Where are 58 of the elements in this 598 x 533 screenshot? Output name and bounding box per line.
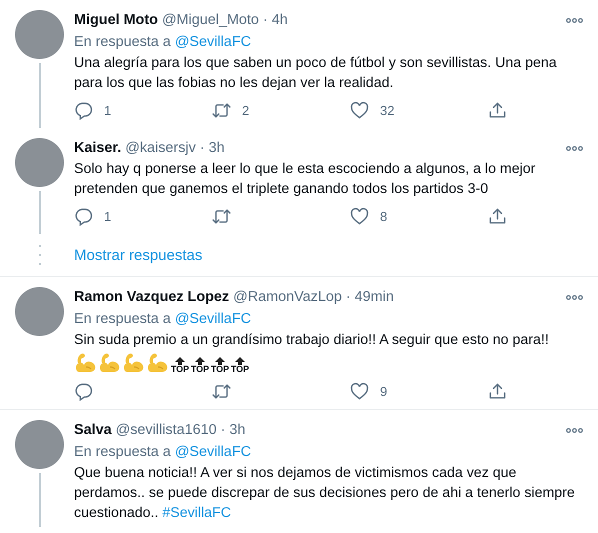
like-count: 9 <box>380 384 388 399</box>
top-arrow-emoji: TOP <box>190 357 210 374</box>
user-handle[interactable]: @RamonVazLop <box>233 287 342 307</box>
user-name[interactable]: Miguel Moto <box>74 10 158 30</box>
tweet-text: Una alegría para los que saben un poco de fútbol y son sevillistas. Una pena para los que las fobias no les dejan ver la realidad. <box>74 54 558 93</box>
retweet-icon[interactable] <box>212 207 231 226</box>
flexed-biceps-icon <box>98 352 122 374</box>
tweet-time[interactable]: · 49min <box>346 287 394 307</box>
avatar-photo-placeholder[interactable] <box>15 287 64 336</box>
more-options-icon[interactable] <box>566 146 583 150</box>
avatar-photo-placeholder[interactable] <box>15 420 64 469</box>
heart-icon[interactable] <box>350 101 369 120</box>
heart-icon[interactable] <box>350 207 369 226</box>
flexed-biceps-icon <box>122 352 146 374</box>
mention-link[interactable]: @SevillaFC <box>174 34 251 50</box>
tweet-time[interactable]: · 4h <box>262 10 288 30</box>
more-options-icon[interactable] <box>566 18 583 22</box>
reply-count: 1 <box>104 209 112 224</box>
like-count: 32 <box>380 103 394 118</box>
retweet-icon[interactable] <box>212 382 231 401</box>
user-name[interactable]: Salva <box>74 420 112 440</box>
mention-link[interactable]: @SevillaFC <box>174 311 251 327</box>
reply-icon[interactable] <box>74 382 93 401</box>
more-options-icon[interactable] <box>566 428 583 432</box>
user-handle[interactable]: @Miguel_Moto <box>162 10 259 30</box>
retweet-icon[interactable] <box>212 101 231 120</box>
replying-to-text: En respuesta a @SevillaFC <box>74 310 252 329</box>
share-icon[interactable] <box>488 101 507 120</box>
tweet-time[interactable]: · 3h <box>200 138 225 158</box>
flexed-biceps-icon <box>146 352 170 374</box>
top-arrow-emoji: TOP <box>230 357 250 374</box>
hashtag-link[interactable]: #SevillaFC <box>162 505 231 521</box>
user-handle[interactable]: @kaisersjv <box>125 138 196 158</box>
user-name[interactable]: Kaiser. <box>74 138 122 158</box>
share-icon[interactable] <box>488 207 507 226</box>
avatar-photo-placeholder[interactable] <box>15 138 64 187</box>
replying-to-text: En respuesta a @SevillaFC <box>74 33 252 52</box>
reply-count: 1 <box>104 103 112 118</box>
more-options-icon[interactable] <box>566 294 583 300</box>
flexed-biceps-icon <box>74 352 98 374</box>
replying-to-text: En respuesta a @SevillaFC <box>74 443 252 462</box>
user-handle[interactable]: @sevillista1610 <box>116 420 217 440</box>
mention-link[interactable]: @SevillaFC <box>174 444 251 460</box>
tweet-text: Que buena noticia!! A ver si nos dejamos de victimismos cada vez que perdamos.. se puede discrepar de sus decisiones pero de ahi a tenerlo siempre cuestionado.. #SevillaFC <box>74 464 576 523</box>
share-icon[interactable] <box>488 382 507 401</box>
top-arrow-emoji: TOP <box>170 357 190 374</box>
reply-icon[interactable] <box>74 207 93 226</box>
tweet-text: Solo hay q ponerse a leer lo que le esta escociendo a algunos, a lo mejor pretenden que ganemos el triplete ganando todos los partidos 3-0 <box>74 160 536 199</box>
like-count: 8 <box>380 209 388 224</box>
tweet-text: Sin suda premio a un grandísimo trabajo diario!! A seguir que esto no para!! <box>74 331 550 350</box>
retweet-count: 2 <box>242 103 250 118</box>
avatar-photo-placeholder[interactable] <box>15 10 64 59</box>
user-name[interactable]: Ramon Vazquez Lopez <box>74 287 230 307</box>
tweet-time[interactable]: · 3h <box>220 420 246 440</box>
reply-icon[interactable] <box>74 101 93 120</box>
show-replies-link[interactable]: Mostrar respuestas <box>74 234 202 276</box>
heart-icon[interactable] <box>350 382 369 401</box>
top-arrow-emoji: TOP <box>210 357 230 374</box>
